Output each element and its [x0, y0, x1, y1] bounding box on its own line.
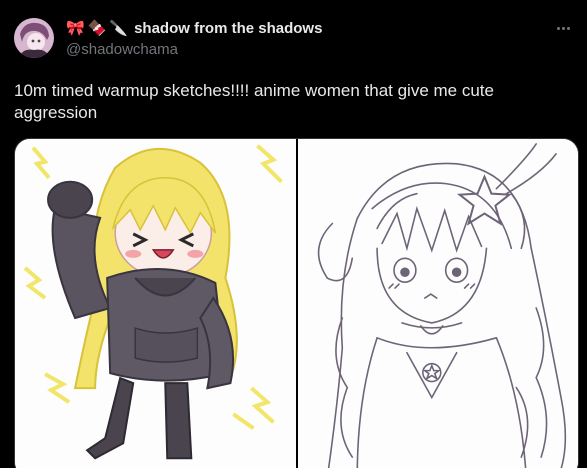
media-image-right[interactable] [297, 139, 578, 468]
user-handle[interactable]: @shadowchama [66, 40, 322, 60]
tweet: 🎀 🍫 🔪 shadow from the shadows @shadowcha… [0, 0, 587, 468]
more-dot [556, 26, 560, 30]
chocolate-emoji: 🍫 [87, 19, 107, 37]
name-row[interactable]: 🎀 🍫 🔪 shadow from the shadows [66, 18, 322, 38]
post-header: 🎀 🍫 🔪 shadow from the shadows @shadowcha… [66, 18, 322, 60]
post-text: 10m timed warmup sketches!!!! anime wome… [14, 81, 494, 122]
more-dot [566, 26, 570, 30]
sketch-star-girl [297, 139, 578, 468]
media-grid [14, 138, 579, 468]
media-image-left[interactable] [15, 139, 296, 468]
display-name[interactable]: shadow from the shadows [134, 20, 322, 37]
more-dot [561, 26, 565, 30]
avatar[interactable] [14, 18, 54, 58]
sketch-blonde-girl [15, 139, 296, 468]
knife-emoji: 🔪 [109, 19, 129, 37]
ribbon-emoji: 🎀 [66, 19, 85, 37]
more-horizontal-icon[interactable] [551, 20, 575, 36]
